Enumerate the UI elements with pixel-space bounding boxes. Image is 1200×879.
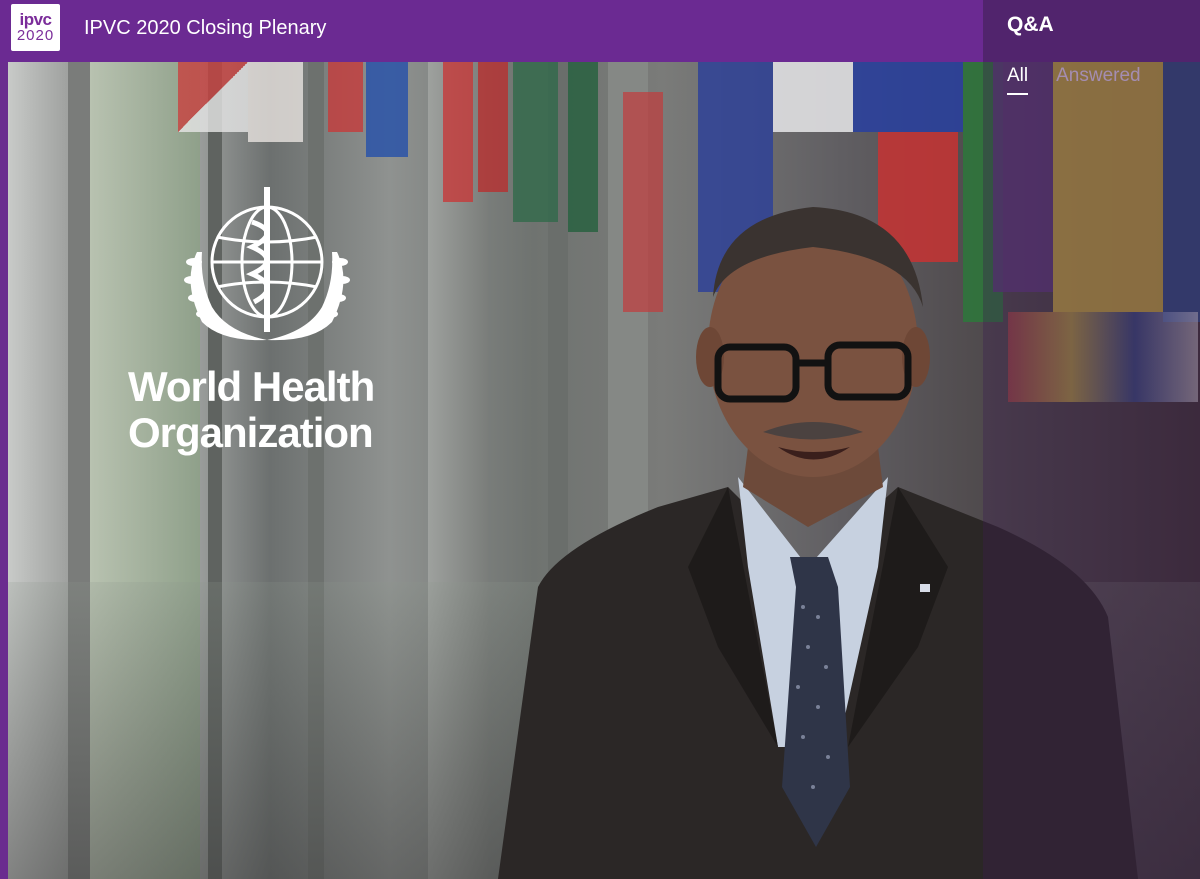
who-name: World Health Organization [128,363,375,456]
qa-panel-overlay [983,62,1200,879]
who-emblem-icon [184,187,350,341]
header-bar: ipvc 2020 IPVC 2020 Closing Plenary [0,0,983,62]
qa-tabs: All Answered [1007,65,1141,95]
qa-title: Q&A [1007,13,1054,36]
ipvc-logo[interactable]: ipvc 2020 [11,4,60,51]
tab-all[interactable]: All [1007,65,1029,95]
session-title: IPVC 2020 Closing Plenary [84,17,327,39]
video-player[interactable]: World Health Organization [8,62,1200,879]
who-name-line1: World Health [128,363,375,410]
qa-panel-header: Q&A [983,0,1200,62]
logo-line2: 2020 [16,26,55,44]
logo-line1: ipvc [19,9,52,29]
tab-answered[interactable]: Answered [1056,65,1141,95]
who-name-line2: Organization [128,409,374,456]
